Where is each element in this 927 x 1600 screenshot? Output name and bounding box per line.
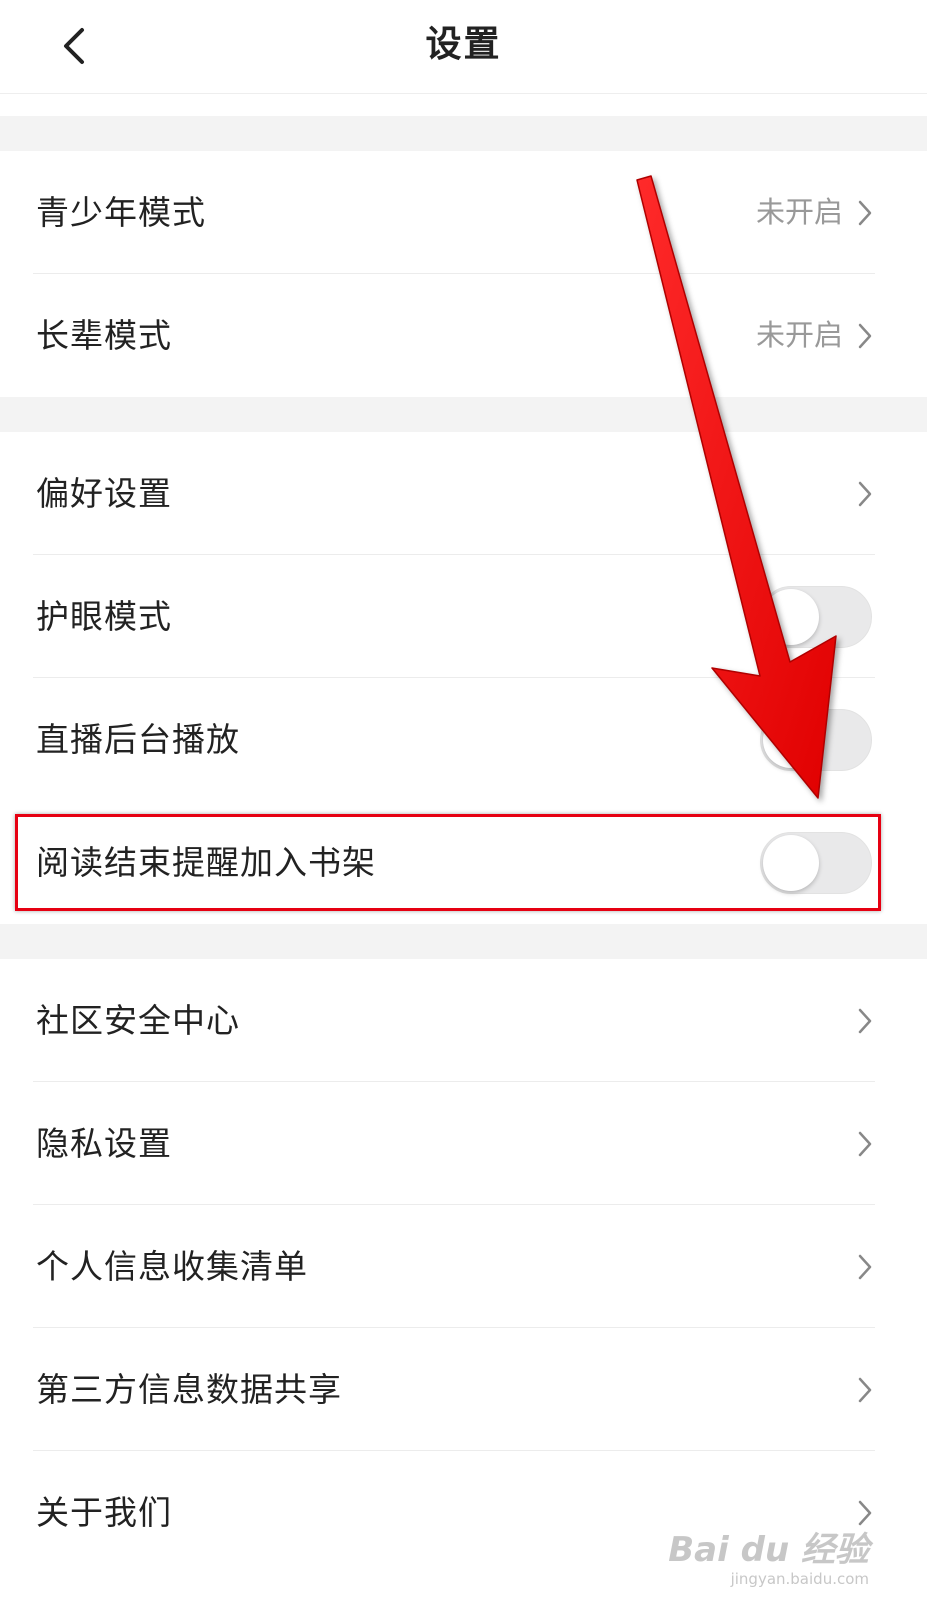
header-bar: 设置 [0, 0, 927, 94]
settings-row-preferences[interactable]: 偏好设置 [0, 432, 927, 555]
row-label: 隐私设置 [36, 1124, 172, 1163]
section-gap [0, 924, 927, 959]
row-label: 个人信息收集清单 [36, 1247, 308, 1286]
chevron-right-icon [858, 1008, 872, 1034]
settings-row-elder-mode[interactable]: 长辈模式 未开启 [0, 274, 927, 397]
row-label: 护眼模式 [36, 597, 172, 636]
settings-row-live-background: 直播后台播放 [0, 678, 927, 801]
chevron-right-icon [858, 1377, 872, 1403]
section-gap [0, 116, 927, 151]
watermark-url: jingyan.baidu.com [730, 1570, 869, 1588]
toggle-knob [763, 589, 819, 645]
live-background-toggle[interactable] [760, 709, 872, 771]
chevron-right-icon [858, 481, 872, 507]
chevron-right-icon [858, 200, 872, 226]
row-label: 关于我们 [36, 1493, 172, 1532]
section-gap [0, 397, 927, 432]
chevron-right-icon [858, 323, 872, 349]
page-title: 设置 [425, 24, 502, 65]
toggle-knob [763, 712, 819, 768]
row-status: 未开启 [755, 195, 843, 229]
row-label: 偏好设置 [36, 474, 172, 513]
settings-row-personal-info-list[interactable]: 个人信息收集清单 [0, 1205, 927, 1328]
row-label: 社区安全中心 [36, 1001, 240, 1040]
row-label: 直播后台播放 [36, 720, 240, 759]
row-status: 未开启 [755, 318, 843, 352]
chevron-right-icon [858, 1254, 872, 1280]
chevron-right-icon [858, 1500, 872, 1526]
settings-row-community-safety[interactable]: 社区安全中心 [0, 959, 927, 1082]
settings-row-privacy[interactable]: 隐私设置 [0, 1082, 927, 1205]
watermark-logo: Bai du 经验 [668, 1530, 869, 1570]
settings-row-teen-mode[interactable]: 青少年模式 未开启 [0, 151, 927, 274]
row-label: 长辈模式 [36, 316, 172, 355]
highlight-box [15, 814, 881, 911]
eye-care-toggle[interactable] [760, 586, 872, 648]
watermark: Bai du 经验 jingyan.baidu.com [668, 1530, 869, 1588]
row-label: 青少年模式 [36, 193, 206, 232]
settings-row-third-party-sharing[interactable]: 第三方信息数据共享 [0, 1328, 927, 1451]
row-label: 第三方信息数据共享 [36, 1370, 342, 1409]
chevron-right-icon [858, 1131, 872, 1157]
settings-row-eye-care: 护眼模式 [0, 555, 927, 678]
